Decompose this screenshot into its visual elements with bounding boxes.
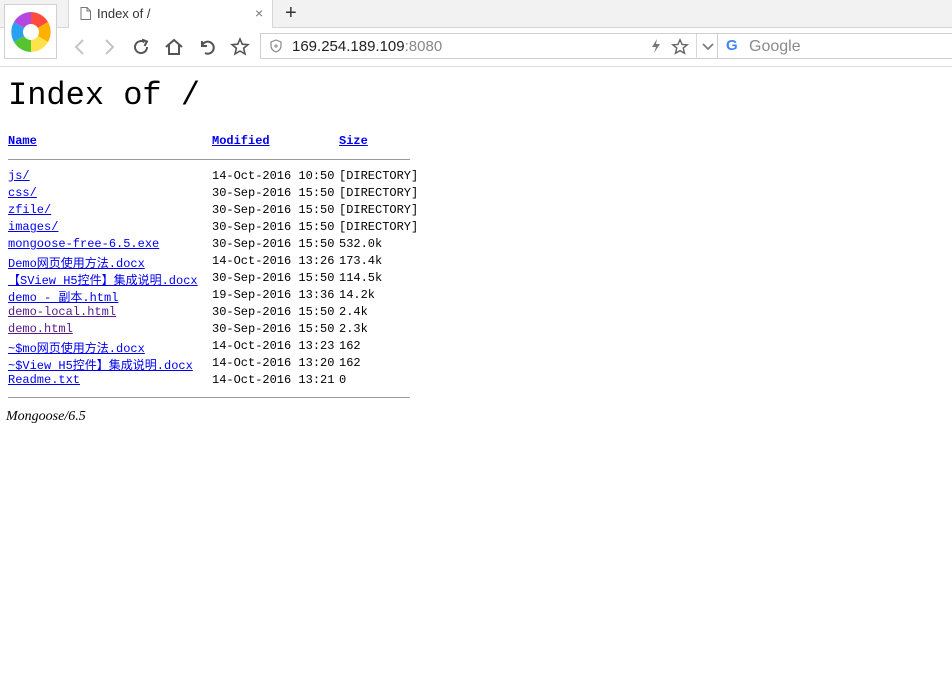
file-size: 162: [339, 356, 361, 370]
file-link[interactable]: zfile/: [8, 203, 51, 217]
file-modified: 30-Sep-2016 15:50: [212, 305, 335, 319]
file-size: [DIRECTORY]: [339, 169, 419, 183]
file-size: 2.3k: [339, 322, 368, 336]
file-link[interactable]: demo.html: [8, 322, 73, 336]
file-size: [DIRECTORY]: [339, 220, 419, 234]
address-divider: [696, 34, 697, 58]
table-row: demo.html 30-Sep-2016 15:50 2.3k: [8, 322, 428, 339]
table-row: demo-local.html 30-Sep-2016 15:50 2.4k: [8, 305, 428, 322]
file-modified: 14-Oct-2016 10:50: [212, 169, 335, 183]
address-url[interactable]: 169.254.189.109:8080: [292, 38, 442, 55]
tab-title: Index of /: [97, 6, 151, 21]
file-link[interactable]: ~$View H5控件】集成说明.docx: [8, 356, 193, 373]
table-row: 【SView H5控件】集成说明.docx 30-Sep-2016 15:50 11…: [8, 271, 428, 288]
reload-icon[interactable]: [131, 37, 151, 57]
file-link[interactable]: ~$mo网页使用方法.docx: [8, 339, 145, 356]
table-row: js/14-Oct-2016 10:50 [DIRECTORY]: [8, 169, 428, 186]
file-rows: js/14-Oct-2016 10:50 [DIRECTORY] css/30-Se…: [8, 169, 428, 390]
sort-by-name-link[interactable]: Name: [8, 134, 37, 148]
table-row: Demo网页使用方法.docx 14-Oct-2016 13:26 173.4k: [8, 254, 428, 271]
tab-close-icon[interactable]: ×: [255, 6, 263, 20]
file-link[interactable]: 【SView H5控件】集成说明.docx: [8, 271, 198, 288]
sort-by-modified-link[interactable]: Modified: [212, 134, 270, 148]
table-row: ~$View H5控件】集成说明.docx 14-Oct-2016 13:20 16…: [8, 356, 428, 373]
file-link[interactable]: Readme.txt: [8, 373, 80, 387]
file-modified: 30-Sep-2016 15:50: [212, 237, 335, 251]
file-modified: 30-Sep-2016 15:50: [212, 203, 335, 217]
bookmark-star-icon[interactable]: [229, 37, 251, 57]
search-placeholder: Google: [749, 38, 801, 55]
table-row: ~$mo网页使用方法.docx 14-Oct-2016 13:23 162: [8, 339, 428, 356]
address-bar[interactable]: 169.254.189.109:8080: [260, 33, 718, 59]
dropdown-chevron-icon[interactable]: [701, 40, 715, 58]
file-link[interactable]: images/: [8, 220, 58, 234]
file-size: 162: [339, 339, 361, 353]
search-box[interactable]: G Google: [718, 33, 952, 59]
browser-logo-icon[interactable]: [4, 4, 57, 59]
back-icon[interactable]: [70, 37, 90, 57]
file-size: 0: [339, 373, 347, 387]
file-link[interactable]: demo - 副本.html: [8, 288, 118, 305]
google-icon: G: [726, 37, 738, 54]
file-modified: 19-Sep-2016 13:36: [212, 288, 335, 302]
file-modified: 14-Oct-2016 13:20: [212, 356, 335, 370]
table-row: Readme.txt 14-Oct-2016 13:21 0: [8, 373, 428, 390]
tab-strip: Index of / × +: [0, 0, 952, 28]
toolbar: 169.254.189.109:8080 G Google: [0, 28, 952, 67]
file-link[interactable]: demo-local.html: [8, 305, 116, 319]
new-tab-button[interactable]: +: [285, 3, 297, 23]
lightning-icon[interactable]: [650, 38, 662, 59]
file-modified: 30-Sep-2016 15:50: [212, 322, 335, 336]
home-icon[interactable]: [164, 37, 184, 57]
file-size: [DIRECTORY]: [339, 186, 419, 200]
file-size: 2.4k: [339, 305, 368, 319]
shield-icon[interactable]: [270, 39, 282, 58]
undo-icon[interactable]: [197, 37, 217, 57]
table-row: mongoose-free-6.5.exe 30-Sep-2016 15:50 53…: [8, 237, 428, 254]
footer-rule: [8, 397, 410, 398]
url-port: :8080: [404, 38, 443, 55]
file-size: 114.5k: [339, 271, 383, 285]
file-modified: 30-Sep-2016 15:50: [212, 271, 335, 285]
file-size: [DIRECTORY]: [339, 203, 419, 217]
favorite-star-icon[interactable]: [670, 38, 690, 61]
file-modified: 30-Sep-2016 15:50: [212, 186, 335, 200]
tab-index[interactable]: Index of / ×: [68, 0, 273, 28]
file-size: 532.0k: [339, 237, 383, 251]
file-link[interactable]: mongoose-free-6.5.exe: [8, 237, 159, 251]
file-size: 173.4k: [339, 254, 383, 268]
page-title: Index of /: [8, 77, 201, 114]
table-row: demo - 副本.html 19-Sep-2016 13:36 14.2k: [8, 288, 428, 305]
file-link[interactable]: js/: [8, 169, 30, 183]
file-modified: 14-Oct-2016 13:21: [212, 373, 335, 387]
sort-by-size-link[interactable]: Size: [339, 134, 368, 148]
table-row: css/30-Sep-2016 15:50 [DIRECTORY]: [8, 186, 428, 203]
file-link[interactable]: Demo网页使用方法.docx: [8, 254, 145, 271]
file-modified: 30-Sep-2016 15:50: [212, 220, 335, 234]
file-modified: 14-Oct-2016 13:23: [212, 339, 335, 353]
header-rule: [8, 159, 410, 160]
server-signature: Mongoose/6.5: [6, 409, 86, 424]
page-icon: [80, 7, 91, 25]
file-modified: 14-Oct-2016 13:26: [212, 254, 335, 268]
forward-icon[interactable]: [99, 37, 119, 57]
table-row: zfile/30-Sep-2016 15:50 [DIRECTORY]: [8, 203, 428, 220]
file-link[interactable]: css/: [8, 186, 37, 200]
url-host: 169.254.189.109: [292, 38, 405, 55]
file-size: 14.2k: [339, 288, 376, 302]
table-row: images/30-Sep-2016 15:50 [DIRECTORY]: [8, 220, 428, 237]
